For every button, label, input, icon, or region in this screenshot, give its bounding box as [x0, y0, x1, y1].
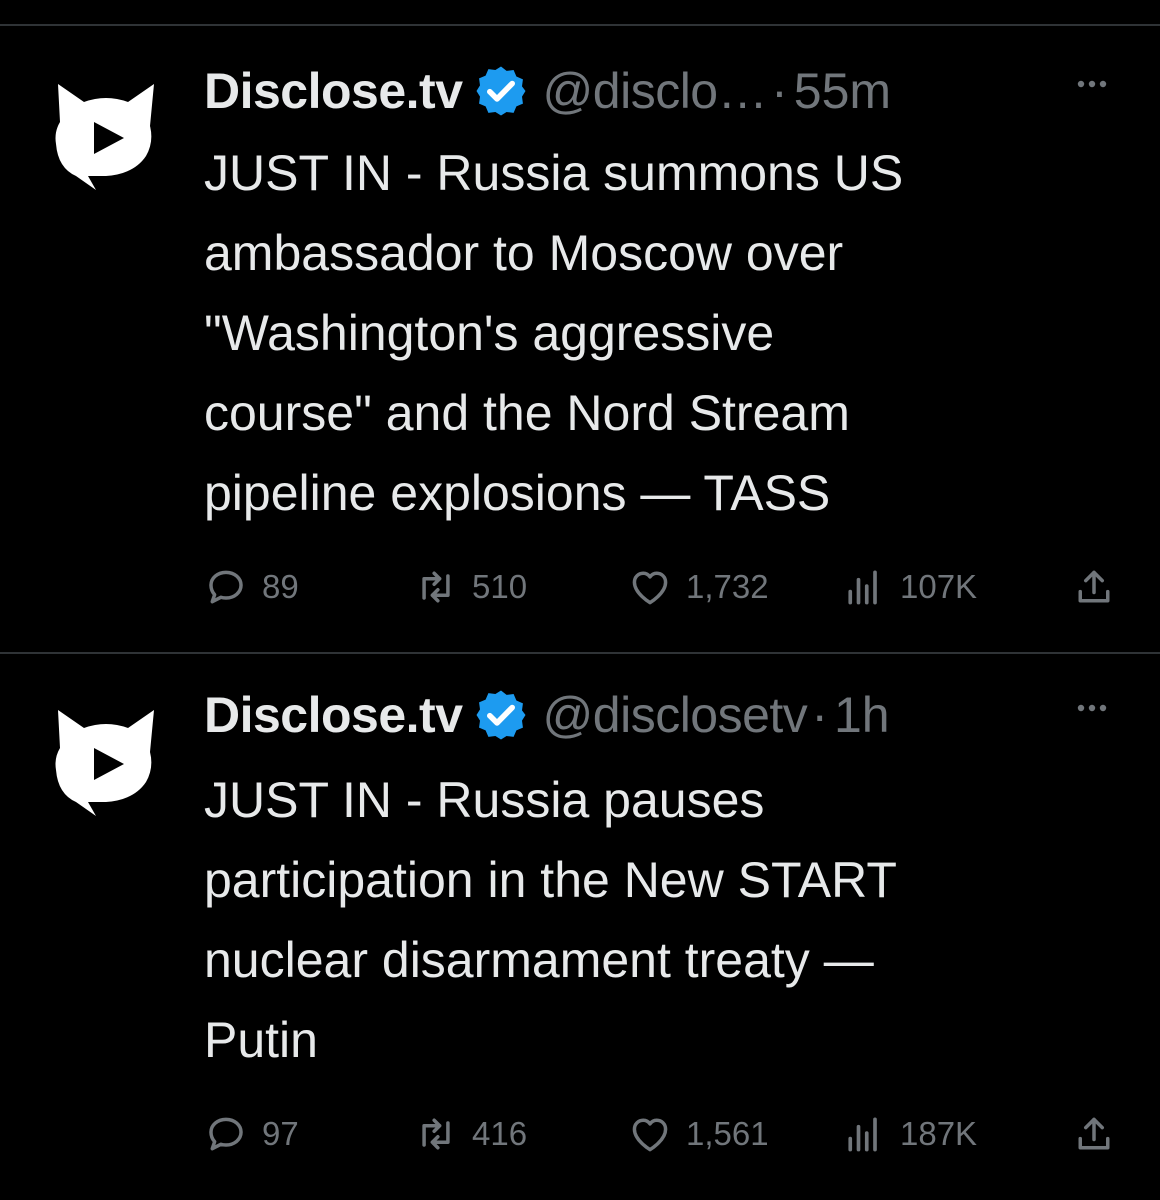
tweet-actions: 97 416 1,561 187K — [204, 1109, 1124, 1159]
tweet-text: JUST IN - Russia pauses participation in… — [204, 772, 897, 1068]
timestamp[interactable]: 55m — [794, 62, 891, 120]
repost-count: 416 — [472, 1115, 528, 1152]
share-icon — [1078, 570, 1110, 603]
tweet-2[interactable]: Disclose.tv @disclosetv · 1h JUST IN - R… — [0, 654, 1160, 1200]
reply-button[interactable]: 97 — [204, 1109, 299, 1159]
display-name[interactable]: Disclose.tv — [204, 62, 463, 120]
like-icon — [632, 571, 668, 605]
disclose-tv-logo-icon[interactable] — [50, 704, 162, 816]
reply-icon — [209, 570, 243, 604]
display-name[interactable]: Disclose.tv — [204, 686, 463, 744]
reply-count: 89 — [262, 568, 299, 605]
reply-button[interactable]: 89 — [204, 562, 299, 612]
like-count: 1,732 — [686, 568, 769, 605]
more-options-icon[interactable] — [1070, 686, 1114, 730]
reply-icon — [209, 1117, 243, 1151]
views-icon — [848, 570, 877, 605]
more-options-icon[interactable] — [1070, 62, 1114, 106]
repost-button[interactable]: 416 — [414, 1109, 527, 1159]
disclose-tv-logo-icon[interactable] — [50, 78, 162, 190]
views-icon — [848, 1117, 877, 1152]
view-count: 107K — [900, 568, 978, 605]
tweet-1[interactable]: Disclose.tv @disclo… · 55m JUST IN - Rus… — [0, 0, 1160, 652]
repost-icon — [422, 571, 450, 603]
separator-dot: · — [771, 63, 788, 119]
reply-count: 97 — [262, 1115, 299, 1152]
views-button[interactable]: 187K — [842, 1109, 977, 1159]
handle[interactable]: @disclo… — [543, 62, 768, 120]
tweet-header: Disclose.tv @disclosetv · 1h — [204, 680, 1130, 750]
view-count: 187K — [900, 1115, 978, 1152]
tweet-header: Disclose.tv @disclo… · 55m — [204, 56, 1130, 126]
like-button[interactable]: 1,561 — [628, 1109, 769, 1159]
like-icon — [632, 1118, 668, 1152]
timestamp[interactable]: 1h — [834, 686, 890, 744]
views-button[interactable]: 107K — [842, 562, 977, 612]
handle[interactable]: @disclosetv — [543, 686, 808, 744]
verified-badge-icon — [476, 690, 526, 740]
like-count: 1,561 — [686, 1115, 769, 1152]
share-icon — [1078, 1117, 1110, 1150]
share-button[interactable] — [1072, 1109, 1116, 1159]
share-button[interactable] — [1072, 562, 1116, 612]
repost-icon — [422, 1118, 450, 1150]
like-button[interactable]: 1,732 — [628, 562, 769, 612]
verified-badge-icon — [476, 66, 526, 116]
repost-button[interactable]: 510 — [414, 562, 527, 612]
tweet-actions: 89 510 1,732 107K — [204, 562, 1124, 612]
repost-count: 510 — [472, 568, 528, 605]
separator-dot: · — [811, 687, 828, 743]
tweet-text: JUST IN - Russia summons US ambassador t… — [204, 145, 904, 521]
